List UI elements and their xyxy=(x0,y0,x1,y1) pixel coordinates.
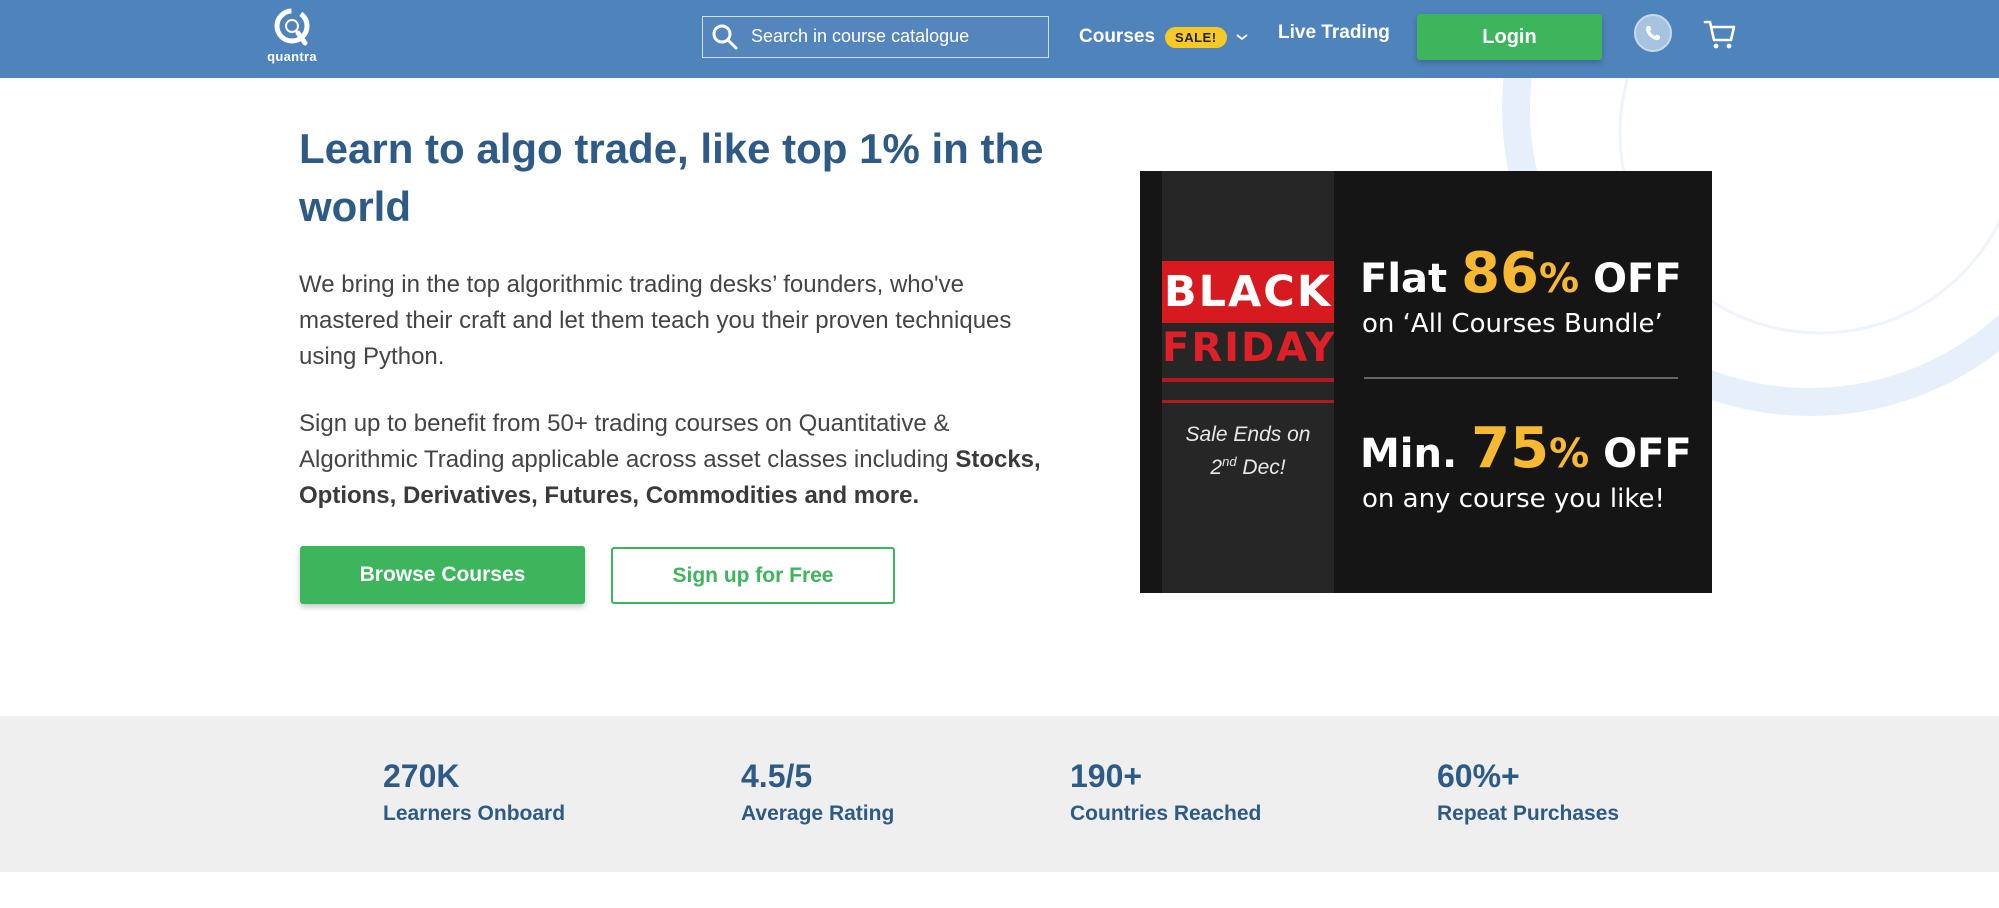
offer1-percent: 86% xyxy=(1461,241,1580,306)
chevron-down-icon xyxy=(1235,34,1248,41)
quantra-logo[interactable]: quantra xyxy=(262,6,322,66)
offer2-subtitle: on any course you like! xyxy=(1362,484,1665,514)
quantra-logo-icon xyxy=(274,8,310,46)
stat-value: 4.5/5 xyxy=(741,758,813,794)
stat-learners: 270K Learners Onboard xyxy=(383,756,565,830)
stats-band: 270K Learners Onboard 4.5/5 Average Rati… xyxy=(0,716,1999,872)
offer2-percent-sign: % xyxy=(1549,431,1590,477)
offer1-suffix: OFF xyxy=(1579,256,1682,302)
phone-icon xyxy=(1646,26,1660,40)
stat-value: 60%+ xyxy=(1437,758,1520,794)
sale-ends-suffix: nd xyxy=(1222,454,1237,469)
nav-courses-dropdown[interactable]: Courses SALE! xyxy=(1079,22,1249,52)
offer2-number: 75 xyxy=(1471,416,1550,481)
offer2-percent: 75% xyxy=(1471,416,1590,481)
black-friday-banner[interactable]: BLACK FRIDAY Sale Ends on 2nd Dec! Flat … xyxy=(1140,171,1712,593)
offer-min-75: Min. 75% OFF xyxy=(1360,416,1692,481)
browse-courses-button[interactable]: Browse Courses xyxy=(300,546,585,604)
banner-divider xyxy=(1364,377,1678,379)
banner-rule xyxy=(1162,378,1334,382)
sale-ends-month: Dec! xyxy=(1236,456,1286,479)
sale-badge: SALE! xyxy=(1165,26,1227,48)
cart-icon[interactable] xyxy=(1702,16,1738,52)
offer1-percent-sign: % xyxy=(1539,256,1580,302)
stat-countries: 190+ Countries Reached xyxy=(1070,756,1261,830)
banner-friday-text: FRIDAY xyxy=(1162,325,1337,371)
nav-live-trading-link[interactable]: Live Trading xyxy=(1278,22,1390,44)
top-nav-bar: quantra Courses SALE! Live Trading Login xyxy=(0,0,1999,78)
logo-text: quantra xyxy=(267,49,317,64)
phone-button[interactable] xyxy=(1634,14,1672,52)
hero-title: Learn to algo trade, like top 1% in the … xyxy=(299,125,1044,230)
offer1-subtitle: on ‘All Courses Bundle’ xyxy=(1362,309,1663,339)
offer2-prefix: Min. xyxy=(1360,431,1472,477)
sale-ends-text: Sale Ends on 2nd Dec! xyxy=(1162,421,1334,481)
stat-label: Countries Reached xyxy=(1070,802,1262,825)
sale-ends-day: 2 xyxy=(1210,456,1223,479)
stat-value: 270K xyxy=(383,758,460,794)
hero-signup-lead: Sign up to benefit from 50+ trading cour… xyxy=(299,410,956,473)
offer1-prefix: Flat xyxy=(1360,256,1462,302)
stat-repeat-purchases: 60%+ Repeat Purchases xyxy=(1437,756,1619,830)
stat-label: Learners Onboard xyxy=(383,802,566,825)
offer1-number: 86 xyxy=(1461,241,1540,306)
sale-ends-line1: Sale Ends on xyxy=(1185,423,1311,446)
hero-description: We bring in the top algorithmic trading … xyxy=(299,271,1012,370)
search-box[interactable] xyxy=(702,16,1049,58)
offer-flat-86: Flat 86% OFF xyxy=(1360,241,1682,306)
signup-free-button[interactable]: Sign up for Free xyxy=(611,547,895,604)
banner-left-panel xyxy=(1162,171,1334,593)
stat-value: 190+ xyxy=(1070,758,1143,794)
login-button[interactable]: Login xyxy=(1417,14,1602,60)
stat-label: Repeat Purchases xyxy=(1437,802,1620,825)
offer2-suffix: OFF xyxy=(1589,431,1692,477)
banner-rule xyxy=(1162,400,1334,403)
nav-courses-label: Courses xyxy=(1079,26,1156,47)
search-icon[interactable] xyxy=(711,23,739,51)
search-input[interactable] xyxy=(751,17,1041,56)
banner-black-text: BLACK xyxy=(1162,261,1334,323)
stat-rating: 4.5/5 Average Rating xyxy=(741,756,894,830)
hero-signup-text: Sign up to benefit from 50+ trading cour… xyxy=(299,406,1059,514)
stat-label: Average Rating xyxy=(741,802,895,825)
